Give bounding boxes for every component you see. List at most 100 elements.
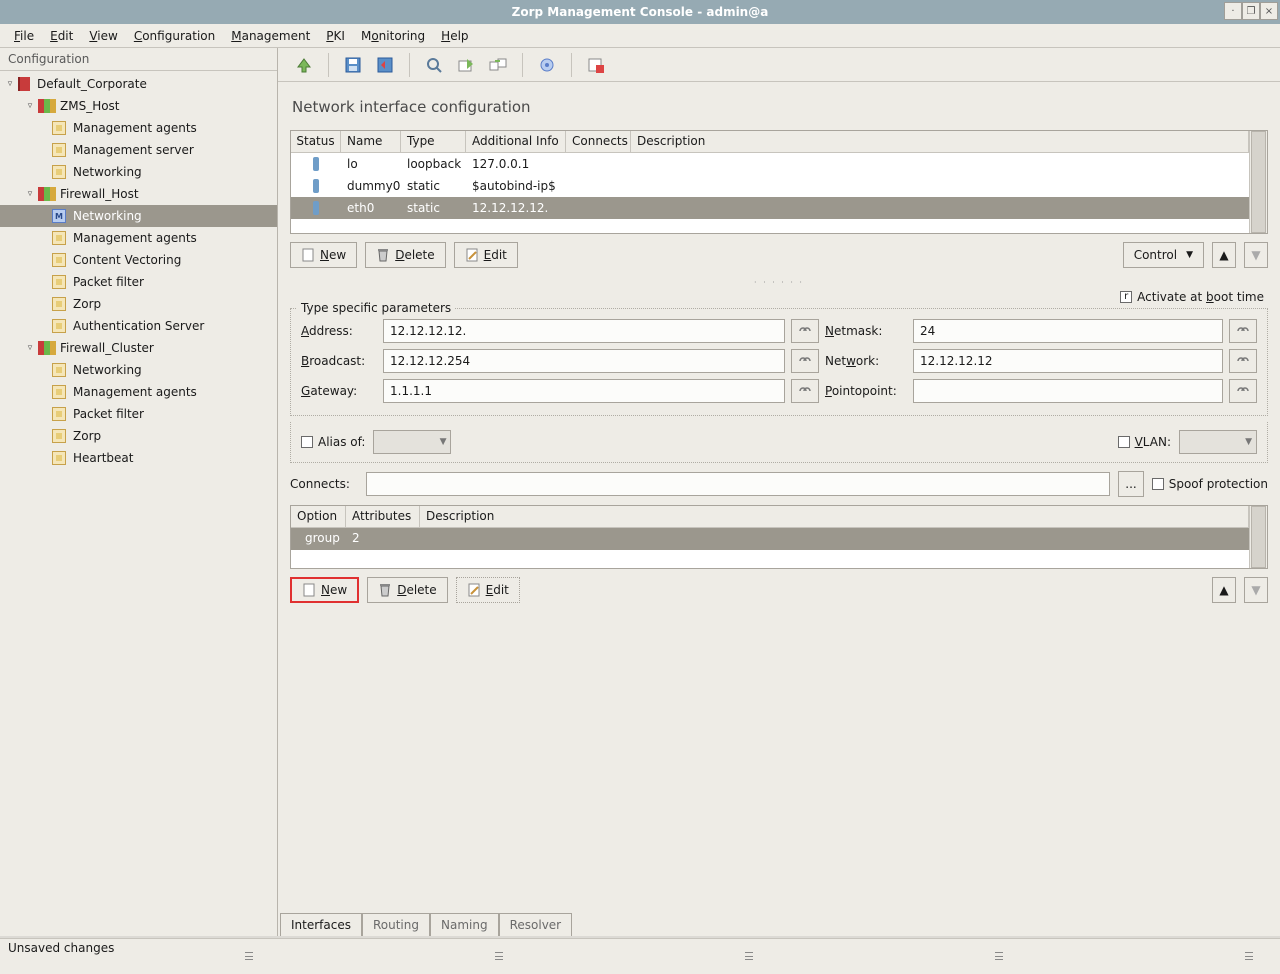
resize-grip-icon[interactable] (745, 952, 753, 960)
edit-button[interactable]: Edit (454, 242, 518, 268)
menu-configuration[interactable]: Configuration (126, 26, 223, 46)
col-status[interactable]: Status (291, 131, 341, 152)
resize-grip-icon[interactable] (245, 952, 253, 960)
tree-host-firewall[interactable]: ▿ Firewall_Host (0, 183, 277, 205)
menu-view[interactable]: View (81, 26, 125, 46)
sidebar-title: Configuration (0, 48, 277, 71)
tab-interfaces[interactable]: Interfaces (280, 913, 362, 936)
table-row-selected[interactable]: group 2 (291, 528, 1249, 550)
resize-grip-icon[interactable] (1245, 952, 1253, 960)
netmask-input[interactable] (913, 319, 1223, 343)
ptp-input[interactable] (913, 379, 1223, 403)
col-option[interactable]: Option (291, 506, 346, 527)
edit-button[interactable]: Edit (456, 577, 520, 603)
tab-routing[interactable]: Routing (362, 913, 430, 936)
tree-item-networking[interactable]: Networking (0, 359, 277, 381)
address-input[interactable] (383, 319, 785, 343)
transfer-icon[interactable] (487, 54, 509, 76)
resize-grip-icon[interactable] (995, 952, 1003, 960)
move-down-button[interactable]: ▼ (1244, 242, 1268, 268)
scrollbar[interactable] (1249, 131, 1267, 233)
new-button[interactable]: New (290, 242, 357, 268)
delete-button[interactable]: Delete (365, 242, 445, 268)
config-tree[interactable]: ▿ Default_Corporate ▿ ZMS_Host Managemen… (0, 71, 277, 471)
network-input[interactable] (913, 349, 1223, 373)
tree-item-networking[interactable]: Networking (0, 161, 277, 183)
tree-item-content-vectoring[interactable]: Content Vectoring (0, 249, 277, 271)
tree-item-packet-filter[interactable]: Packet filter (0, 271, 277, 293)
table-row[interactable]: lo loopback 127.0.0.1 (291, 153, 1249, 175)
col-additional-info[interactable]: Additional Info (466, 131, 566, 152)
connects-input[interactable] (366, 472, 1110, 496)
tree-host-zms[interactable]: ▿ ZMS_Host (0, 95, 277, 117)
delete-button[interactable]: Delete (367, 577, 447, 603)
control-button[interactable]: Control ▼ (1123, 242, 1204, 268)
commit-icon[interactable] (455, 54, 477, 76)
menu-help[interactable]: Help (433, 26, 476, 46)
new-button-highlighted[interactable]: New (290, 577, 359, 603)
link-icon[interactable] (1229, 349, 1257, 373)
menu-pki[interactable]: PKI (318, 26, 353, 46)
gear-icon[interactable] (536, 54, 558, 76)
tree-item-mgmt-agents[interactable]: Management agents (0, 381, 277, 403)
tree-host-cluster[interactable]: ▿ Firewall_Cluster (0, 337, 277, 359)
resize-grip-icon[interactable] (495, 952, 503, 960)
move-up-button[interactable]: ▲ (1212, 577, 1236, 603)
tree-item-heartbeat[interactable]: Heartbeat (0, 447, 277, 469)
tree-site[interactable]: ▿ Default_Corporate (0, 73, 277, 95)
expander-icon[interactable]: ▿ (4, 78, 16, 90)
link-icon[interactable] (791, 319, 819, 343)
save-icon[interactable] (342, 54, 364, 76)
scrollbar[interactable] (1249, 506, 1267, 568)
menu-management[interactable]: Management (223, 26, 318, 46)
expander-icon[interactable]: ▿ (24, 188, 36, 200)
col-description[interactable]: Description (631, 131, 1249, 152)
browse-button[interactable]: ... (1118, 471, 1143, 497)
minimize-button[interactable]: · (1224, 2, 1242, 20)
table-row[interactable]: dummy0 static $autobind-ip$ (291, 175, 1249, 197)
table-row-selected[interactable]: eth0 static 12.12.12.12. (291, 197, 1249, 219)
up-icon[interactable] (293, 54, 315, 76)
tree-item-zorp[interactable]: Zorp (0, 293, 277, 315)
tab-naming[interactable]: Naming (430, 913, 499, 936)
tree-item-networking-selected[interactable]: Networking (0, 205, 277, 227)
tree-item-packet-filter[interactable]: Packet filter (0, 403, 277, 425)
tree-item-zorp[interactable]: Zorp (0, 425, 277, 447)
move-up-button[interactable]: ▲ (1212, 242, 1236, 268)
col-name[interactable]: Name (341, 131, 401, 152)
menu-file[interactable]: File (6, 26, 42, 46)
edit-icon (467, 583, 481, 597)
menu-monitoring[interactable]: Monitoring (353, 26, 433, 46)
tree-item-mgmt-server[interactable]: Management server (0, 139, 277, 161)
link-icon[interactable] (1229, 379, 1257, 403)
host-icon (38, 341, 56, 355)
checkbox-icon (1118, 436, 1130, 448)
maximize-button[interactable]: ❐ (1242, 2, 1260, 20)
tree-item-mgmt-agents[interactable]: Management agents (0, 227, 277, 249)
stop-icon[interactable] (585, 54, 607, 76)
view-icon[interactable] (423, 54, 445, 76)
vlan-checkbox[interactable]: VLAN: (1118, 435, 1171, 449)
col-description[interactable]: Description (420, 506, 1249, 527)
col-attributes[interactable]: Attributes (346, 506, 420, 527)
menu-edit[interactable]: Edit (42, 26, 81, 46)
link-icon[interactable] (1229, 319, 1257, 343)
close-button[interactable]: × (1260, 2, 1278, 20)
gateway-input[interactable] (383, 379, 785, 403)
expander-icon[interactable]: ▿ (24, 342, 36, 354)
col-connects[interactable]: Connects (566, 131, 631, 152)
tree-item-mgmt-agents[interactable]: Management agents (0, 117, 277, 139)
alias-checkbox[interactable]: Alias of: (301, 435, 365, 449)
splitter-handle[interactable]: · · · · · · (278, 276, 1280, 288)
link-icon[interactable] (791, 349, 819, 373)
link-icon[interactable] (791, 379, 819, 403)
col-type[interactable]: Type (401, 131, 466, 152)
broadcast-input[interactable] (383, 349, 785, 373)
tree-item-auth-server[interactable]: Authentication Server (0, 315, 277, 337)
spoof-checkbox[interactable]: Spoof protection (1152, 477, 1268, 491)
activate-boot-checkbox[interactable]: r Activate at boot time (1120, 290, 1264, 304)
revert-icon[interactable] (374, 54, 396, 76)
tab-resolver[interactable]: Resolver (499, 913, 573, 936)
expander-icon[interactable]: ▿ (24, 100, 36, 112)
move-down-button[interactable]: ▼ (1244, 577, 1268, 603)
